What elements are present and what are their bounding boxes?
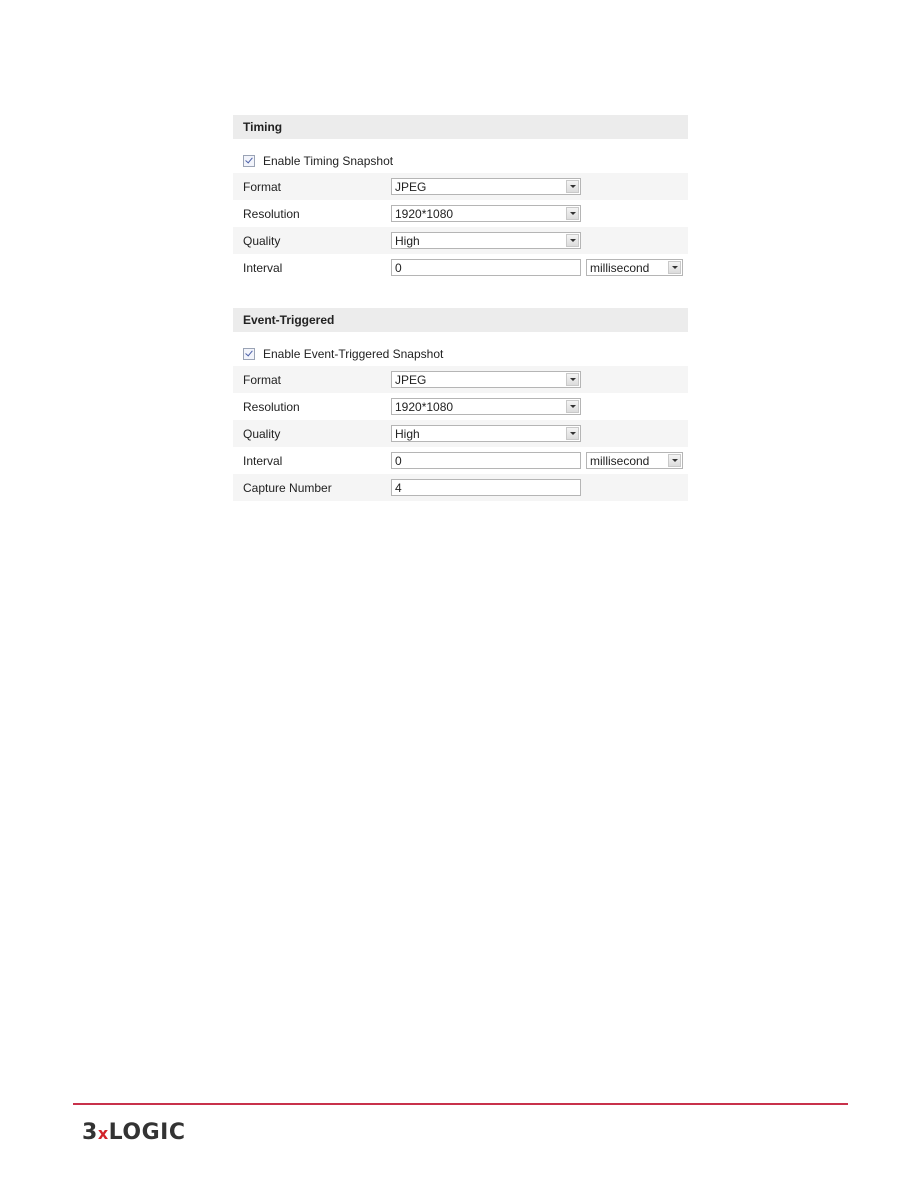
resolution-value: 1920*1080 — [395, 400, 454, 414]
quality-label: Quality — [243, 233, 281, 248]
event-interval-row: Interval 0 millisecond — [233, 447, 688, 474]
event-format-row: Format JPEG — [233, 366, 688, 393]
timing-resolution-select[interactable]: 1920*1080 — [391, 205, 581, 222]
unit-value: millisecond — [590, 454, 650, 468]
chevron-down-icon[interactable] — [566, 373, 579, 386]
timing-quality-select[interactable]: High — [391, 232, 581, 249]
event-resolution-select[interactable]: 1920*1080 — [391, 398, 581, 415]
chevron-down-icon[interactable] — [566, 180, 579, 193]
checkbox-checked-icon[interactable] — [243, 155, 255, 167]
event-quality-select[interactable]: High — [391, 425, 581, 442]
logo-suffix: LOGIC — [108, 1120, 186, 1145]
event-capture-number-row: Capture Number 4 — [233, 474, 688, 501]
event-format-select[interactable]: JPEG — [391, 371, 581, 388]
enable-event-triggered-snapshot[interactable]: Enable Event-Triggered Snapshot — [233, 342, 688, 366]
resolution-value: 1920*1080 — [395, 207, 454, 221]
timing-format-select[interactable]: JPEG — [391, 178, 581, 195]
timing-quality-row: Quality High — [233, 227, 688, 254]
logo-x: x — [97, 1124, 109, 1143]
format-label: Format — [243, 372, 282, 387]
resolution-label: Resolution — [243, 399, 300, 414]
event-interval-input[interactable]: 0 — [391, 452, 581, 469]
logo-prefix: 3 — [82, 1120, 98, 1145]
resolution-label: Resolution — [243, 206, 300, 221]
event-quality-row: Quality High — [233, 420, 688, 447]
timing-interval-unit-select[interactable]: millisecond — [586, 259, 683, 276]
chevron-down-icon[interactable] — [566, 427, 579, 440]
timing-resolution-row: Resolution 1920*1080 — [233, 200, 688, 227]
timing-interval-input[interactable]: 0 — [391, 259, 581, 276]
timing-format-row: Format JPEG — [233, 173, 688, 200]
format-value: JPEG — [395, 180, 427, 194]
enable-timing-snapshot-label: Enable Timing Snapshot — [263, 154, 394, 168]
capture-number-label: Capture Number — [243, 480, 332, 495]
event-resolution-row: Resolution 1920*1080 — [233, 393, 688, 420]
chevron-down-icon[interactable] — [668, 261, 681, 274]
chevron-down-icon[interactable] — [566, 207, 579, 220]
footer-divider — [73, 1103, 848, 1105]
timing-interval-row: Interval 0 millisecond — [233, 254, 688, 281]
enable-timing-snapshot[interactable]: Enable Timing Snapshot — [233, 149, 688, 173]
event-triggered-header: Event-Triggered — [233, 308, 688, 332]
interval-label: Interval — [243, 453, 283, 468]
company-logo: 3xLOGIC — [82, 1120, 185, 1145]
unit-value: millisecond — [590, 261, 650, 275]
quality-label: Quality — [243, 426, 281, 441]
chevron-down-icon[interactable] — [668, 454, 681, 467]
timing-section: Timing Enable Timing Snapshot Format JPE… — [233, 115, 688, 281]
enable-event-triggered-snapshot-label: Enable Event-Triggered Snapshot — [263, 347, 444, 361]
capture-number-input[interactable]: 4 — [391, 479, 581, 496]
event-interval-unit-select[interactable]: millisecond — [586, 452, 683, 469]
quality-value: High — [395, 234, 420, 248]
interval-label: Interval — [243, 260, 283, 275]
quality-value: High — [395, 427, 420, 441]
chevron-down-icon[interactable] — [566, 400, 579, 413]
timing-header: Timing — [233, 115, 688, 139]
format-label: Format — [243, 179, 282, 194]
format-value: JPEG — [395, 373, 427, 387]
event-triggered-section: Event-Triggered Enable Event-Triggered S… — [233, 308, 688, 501]
chevron-down-icon[interactable] — [566, 234, 579, 247]
checkbox-checked-icon[interactable] — [243, 348, 255, 360]
